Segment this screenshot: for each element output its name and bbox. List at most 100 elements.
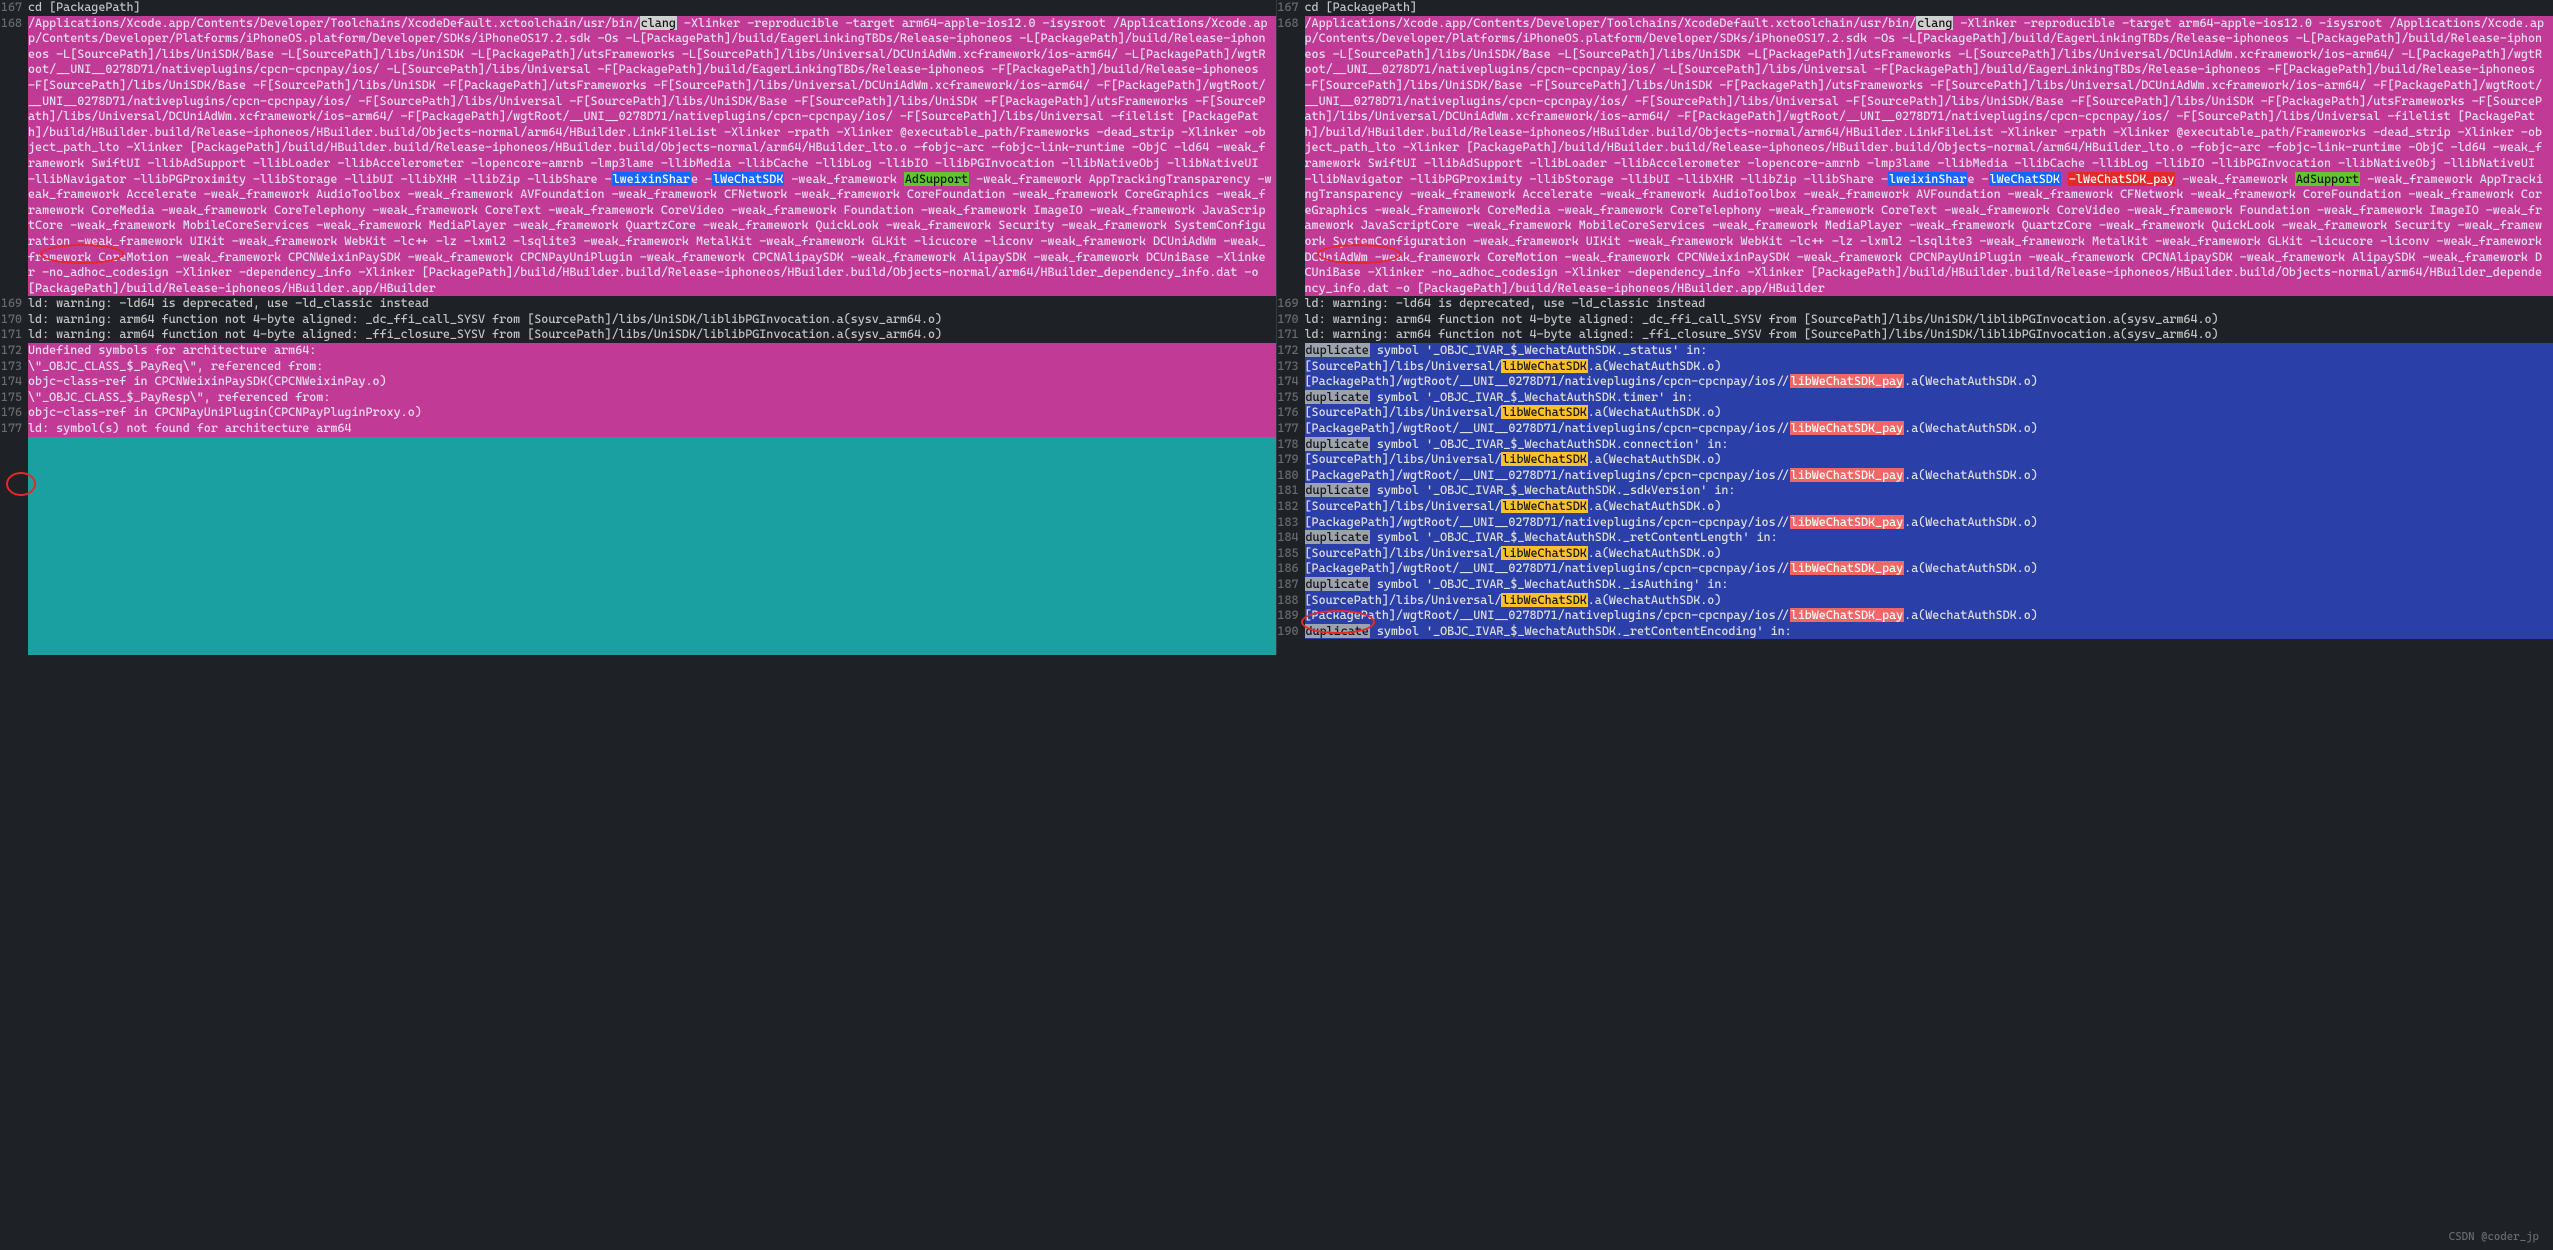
code-line[interactable]: 189[PackagePath]/wgtRoot/__UNI__0278D71/… — [1277, 608, 2553, 624]
code-line[interactable]: 170ld: warning: arm64 function not 4-byt… — [0, 312, 1276, 328]
line-content: [PackagePath]/wgtRoot/__UNI__0278D71/nat… — [1305, 374, 2553, 390]
hl-yellow: libWeChatSDK — [1501, 359, 1587, 373]
line-number — [0, 483, 28, 499]
code-line[interactable]: 174objc-class-ref in CPCNWeixinPaySDK(CP… — [0, 374, 1276, 390]
line-content — [28, 530, 1276, 546]
hl-green: AdSupport — [2295, 172, 2360, 186]
line-number: 173 — [0, 359, 28, 375]
code-line[interactable]: 181duplicate symbol '_OBJC_IVAR_$_Wechat… — [1277, 483, 2553, 499]
text: [PackagePath]/wgtRoot/__UNI__0278D71/nat… — [1305, 515, 1790, 529]
code-line[interactable]: 183[PackagePath]/wgtRoot/__UNI__0278D71/… — [1277, 515, 2553, 531]
diff-pane-right[interactable]: 167cd [PackagePath]168/Applications/Xcod… — [1277, 0, 2553, 655]
line-number: 168 — [1277, 16, 1305, 297]
text: -Xlinker -reproducible -target arm64-app… — [1305, 16, 2545, 186]
code-line[interactable]: 170ld: warning: arm64 function not 4-byt… — [1277, 312, 2553, 328]
hl-salmon: libWeChatSDK_pay — [1790, 374, 1905, 388]
line-content: /Applications/Xcode.app/Contents/Develop… — [28, 16, 1276, 297]
watermark: CSDN @coder_jp — [2449, 1230, 2539, 1244]
filler-line — [0, 624, 1276, 640]
text: symbol '_OBJC_IVAR_$_WechatAuthSDK._sdkV… — [1370, 483, 1736, 497]
line-content: ld: warning: -ld64 is deprecated, use -l… — [1305, 296, 2553, 312]
line-content: [PackagePath]/wgtRoot/__UNI__0278D71/nat… — [1305, 468, 2553, 484]
text: -weak_framework — [784, 172, 904, 186]
line-number: 171 — [1277, 327, 1305, 343]
text: [SourcePath]/libs/Universal/ — [1305, 405, 1502, 419]
filler-line — [0, 577, 1276, 593]
filler-line — [0, 452, 1276, 468]
line-content — [28, 546, 1276, 562]
code-line[interactable]: 190duplicate symbol '_OBJC_IVAR_$_Wechat… — [1277, 624, 2553, 640]
hl-salmon: libWeChatSDK_pay — [1790, 561, 1905, 575]
line-content: Undefined symbols for architecture arm64… — [28, 343, 1276, 359]
code-line[interactable]: 177ld: symbol(s) not found for architect… — [0, 421, 1276, 437]
code-line[interactable]: 169ld: warning: -ld64 is deprecated, use… — [1277, 296, 2553, 312]
text: ld: warning: arm64 function not 4-byte a… — [28, 312, 942, 326]
text: symbol '_OBJC_IVAR_$_WechatAuthSDK.timer… — [1370, 390, 1693, 404]
code-line[interactable]: 176[SourcePath]/libs/Universal/libWeChat… — [1277, 405, 2553, 421]
text: \"_OBJC_CLASS_$_PayResp\", referenced fr… — [28, 390, 330, 404]
text: [PackagePath]/wgtRoot/__UNI__0278D71/nat… — [1305, 374, 1790, 388]
code-line[interactable]: 172Undefined symbols for architecture ar… — [0, 343, 1276, 359]
code-line[interactable]: 173[SourcePath]/libs/Universal/libWeChat… — [1277, 359, 2553, 375]
line-content: duplicate symbol '_OBJC_IVAR_$_WechatAut… — [1305, 390, 2553, 406]
code-line[interactable]: 186[PackagePath]/wgtRoot/__UNI__0278D71/… — [1277, 561, 2553, 577]
line-number: 174 — [1277, 374, 1305, 390]
line-number: 177 — [0, 421, 28, 437]
line-content — [28, 639, 1276, 655]
code-line[interactable]: 173\"_OBJC_CLASS_$_PayReq\", referenced … — [0, 359, 1276, 375]
line-content: ld: warning: arm64 function not 4-byte a… — [1305, 312, 2553, 328]
code-line[interactable]: 172duplicate symbol '_OBJC_IVAR_$_Wechat… — [1277, 343, 2553, 359]
code-line[interactable]: 179[SourcePath]/libs/Universal/libWeChat… — [1277, 452, 2553, 468]
hl-yellow: libWeChatSDK — [1501, 593, 1587, 607]
code-line[interactable]: 171ld: warning: arm64 function not 4-byt… — [1277, 327, 2553, 343]
filler-line — [0, 546, 1276, 562]
code-line[interactable]: 167cd [PackagePath] — [1277, 0, 2553, 16]
hl-yellow: libWeChatSDK — [1501, 499, 1587, 513]
text: \"_OBJC_CLASS_$_PayReq\", referenced fro… — [28, 359, 323, 373]
text: [SourcePath]/libs/Universal/ — [1305, 452, 1502, 466]
code-line[interactable]: 171ld: warning: arm64 function not 4-byt… — [0, 327, 1276, 343]
line-content — [28, 452, 1276, 468]
code-line[interactable]: 176objc-class-ref in CPCNPayUniPlugin(CP… — [0, 405, 1276, 421]
line-content: ld: warning: arm64 function not 4-byte a… — [28, 327, 1276, 343]
code-line[interactable]: 187duplicate symbol '_OBJC_IVAR_$_Wechat… — [1277, 577, 2553, 593]
code-line[interactable]: 167cd [PackagePath] — [0, 0, 1276, 16]
text: [PackagePath]/wgtRoot/__UNI__0278D71/nat… — [1305, 608, 1790, 622]
diff-pane-left[interactable]: 167cd [PackagePath]168/Applications/Xcod… — [0, 0, 1277, 655]
code-line[interactable]: 182[SourcePath]/libs/Universal/libWeChat… — [1277, 499, 2553, 515]
code-line[interactable]: 168/Applications/Xcode.app/Contents/Deve… — [1277, 16, 2553, 297]
code-line[interactable]: 180[PackagePath]/wgtRoot/__UNI__0278D71/… — [1277, 468, 2553, 484]
text: symbol '_OBJC_IVAR_$_WechatAuthSDK._isAu… — [1370, 577, 1729, 591]
text: -weak_framework — [2175, 172, 2295, 186]
text: symbol '_OBJC_IVAR_$_WechatAuthSDK._retC… — [1370, 530, 1778, 544]
code-line[interactable]: 169ld: warning: -ld64 is deprecated, use… — [0, 296, 1276, 312]
line-content — [28, 561, 1276, 577]
code-line[interactable]: 168/Applications/Xcode.app/Contents/Deve… — [0, 16, 1276, 297]
text: /Applications/Xcode.app/Contents/Develop… — [28, 16, 640, 30]
text: cd [PackagePath] — [1305, 0, 1418, 14]
line-number: 167 — [0, 0, 28, 16]
line-number: 170 — [1277, 312, 1305, 328]
code-line[interactable]: 174[PackagePath]/wgtRoot/__UNI__0278D71/… — [1277, 374, 2553, 390]
text: cd [PackagePath] — [28, 0, 141, 14]
text: [SourcePath]/libs/Universal/ — [1305, 546, 1502, 560]
code-line[interactable]: 178duplicate symbol '_OBJC_IVAR_$_Wechat… — [1277, 437, 2553, 453]
code-line[interactable]: 175duplicate symbol '_OBJC_IVAR_$_Wechat… — [1277, 390, 2553, 406]
line-content: [SourcePath]/libs/Universal/libWeChatSDK… — [1305, 593, 2553, 609]
text: -weak_framework AppTrackingTransparency … — [28, 172, 1272, 295]
line-content: /Applications/Xcode.app/Contents/Develop… — [1305, 16, 2553, 297]
line-number: 187 — [1277, 577, 1305, 593]
code-line[interactable]: 175\"_OBJC_CLASS_$_PayResp\", referenced… — [0, 390, 1276, 406]
line-content — [28, 499, 1276, 515]
text: .a(WechatAuthSDK.o) — [1904, 515, 2038, 529]
code-line[interactable]: 188[SourcePath]/libs/Universal/libWeChat… — [1277, 593, 2553, 609]
text — [2061, 172, 2068, 186]
text: [SourcePath]/libs/Universal/ — [1305, 593, 1502, 607]
filler-line — [0, 561, 1276, 577]
line-number: 171 — [0, 327, 28, 343]
code-line[interactable]: 177[PackagePath]/wgtRoot/__UNI__0278D71/… — [1277, 421, 2553, 437]
line-content: duplicate symbol '_OBJC_IVAR_$_WechatAut… — [1305, 577, 2553, 593]
code-line[interactable]: 185[SourcePath]/libs/Universal/libWeChat… — [1277, 546, 2553, 562]
filler-line — [0, 639, 1276, 655]
code-line[interactable]: 184duplicate symbol '_OBJC_IVAR_$_Wechat… — [1277, 530, 2553, 546]
